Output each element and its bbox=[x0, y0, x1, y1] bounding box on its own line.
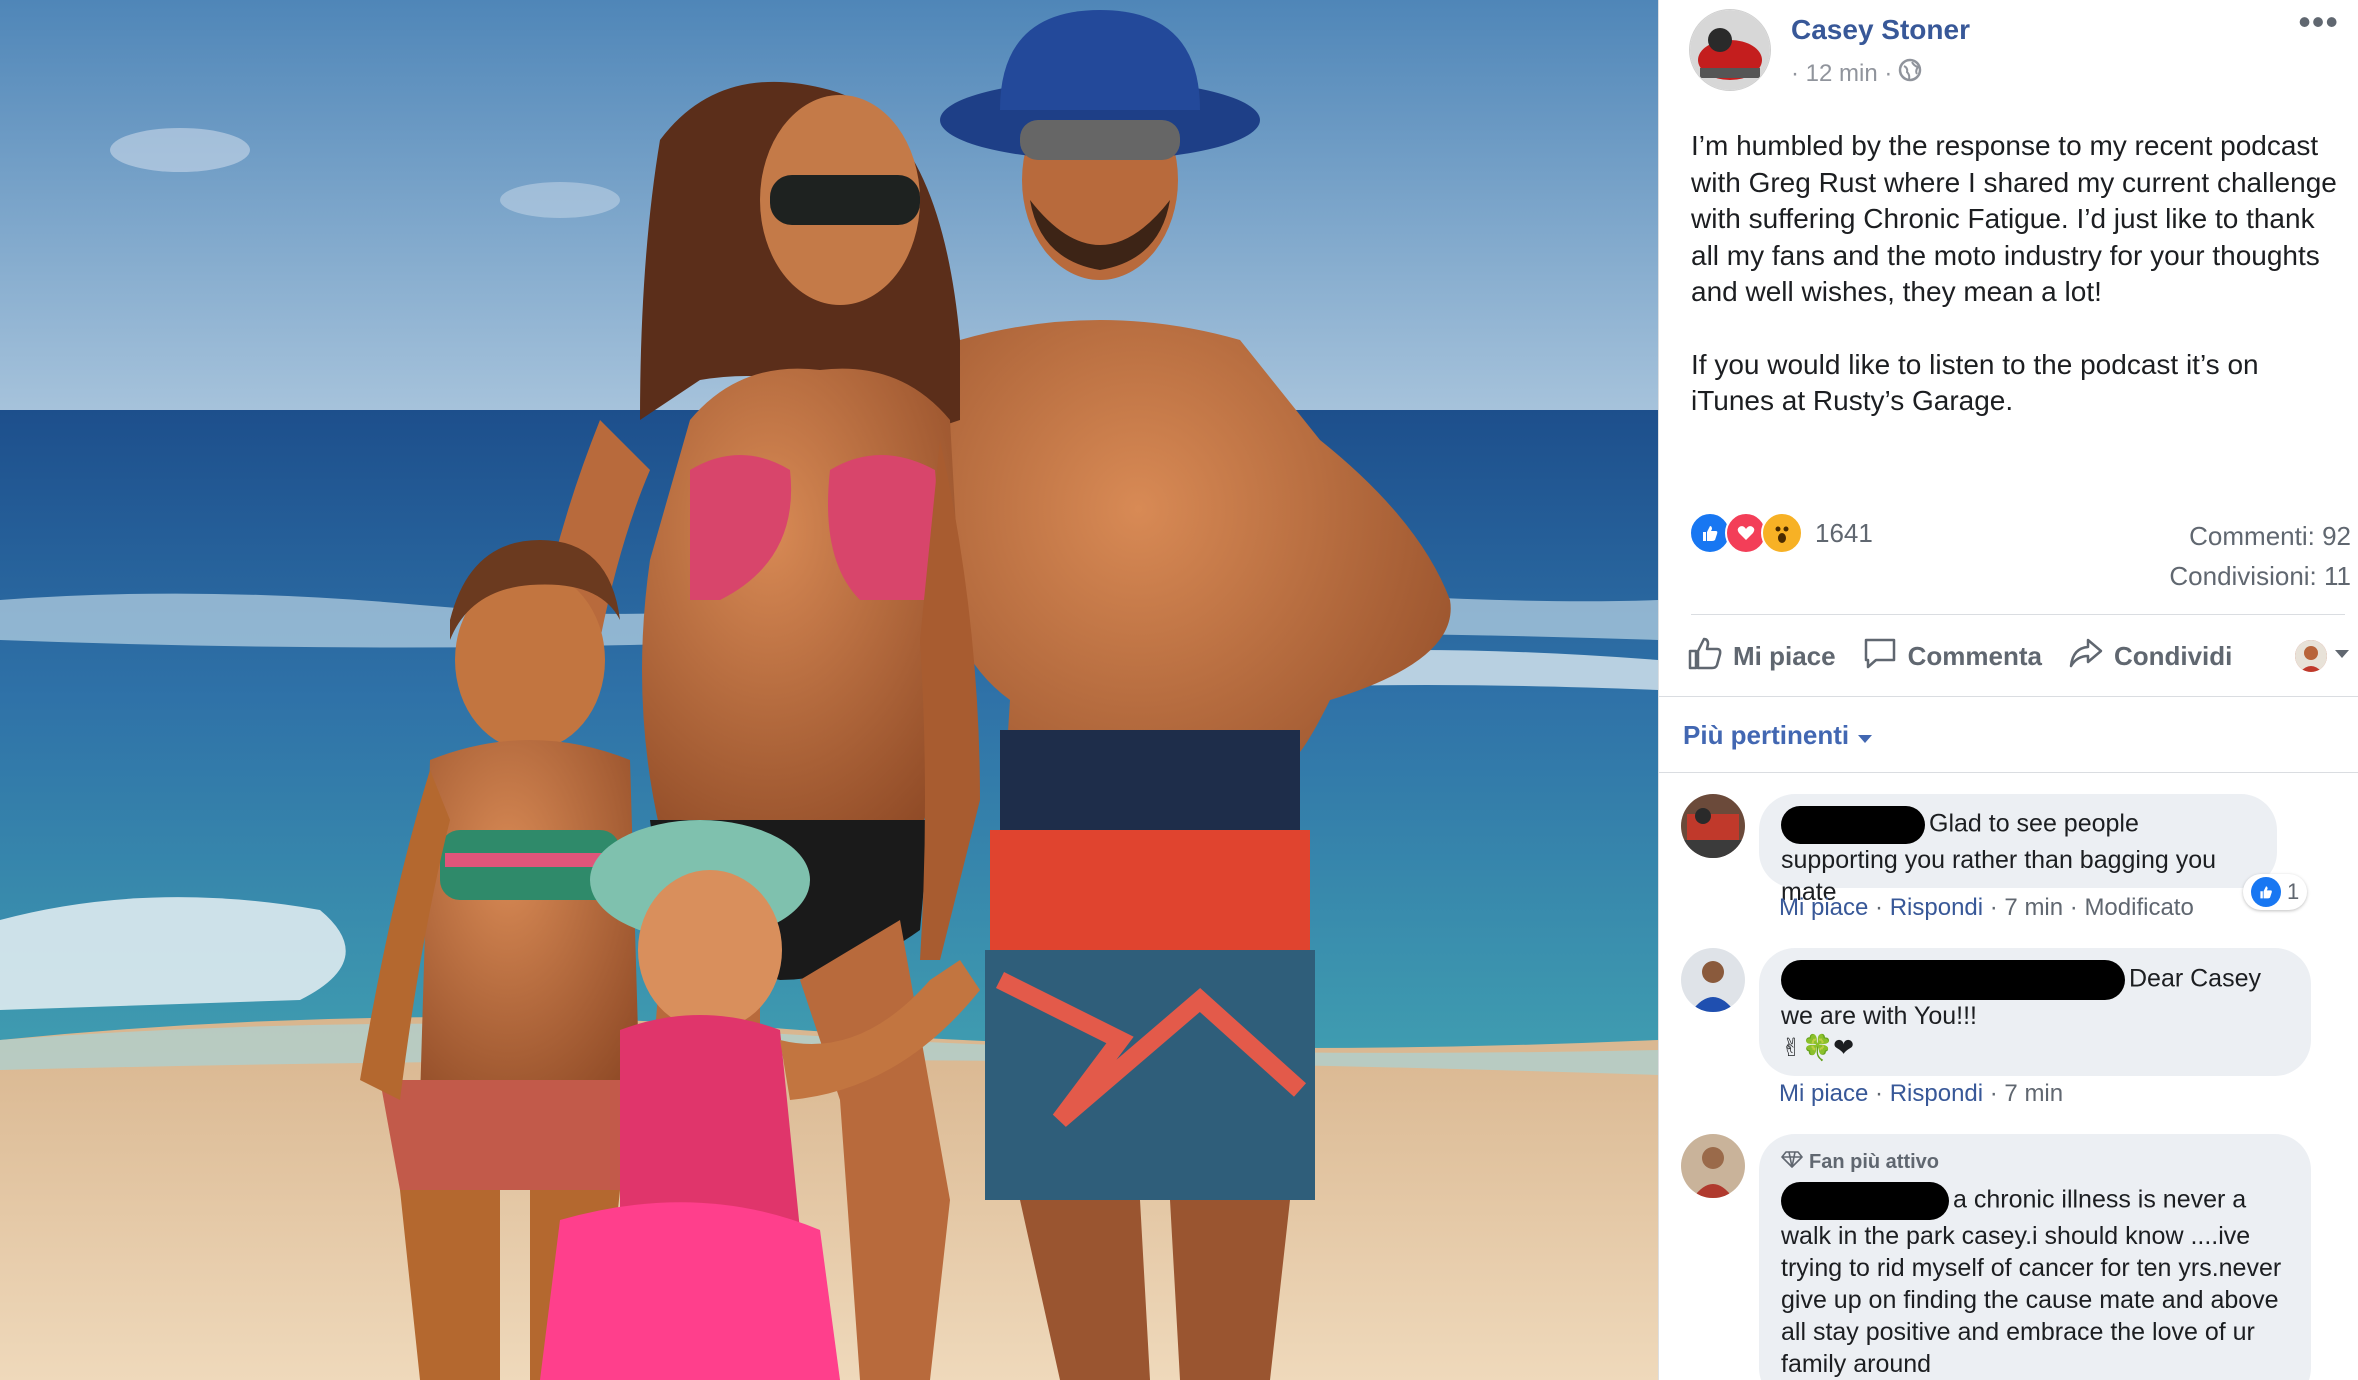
comment-time[interactable]: 7 min bbox=[2004, 894, 2063, 921]
comment-actions: Mi piace · Rispondi · 7 min · Modificato bbox=[1779, 894, 2194, 921]
post-time[interactable]: · 12 min · bbox=[1791, 60, 1892, 88]
redacted-name bbox=[1781, 960, 2125, 1000]
globe-icon bbox=[1898, 58, 1922, 89]
redacted-name bbox=[1781, 1182, 1949, 1220]
comment-button[interactable]: Commenta bbox=[1862, 636, 2042, 677]
comment-reply-link[interactable]: Rispondi bbox=[1890, 894, 1983, 921]
comment-bubble[interactable]: Fan più attivo a chronic illness is neve… bbox=[1759, 1134, 2311, 1380]
author-avatar[interactable] bbox=[1689, 9, 1771, 91]
divider bbox=[1659, 696, 2358, 697]
comment-label: Commenta bbox=[1907, 640, 2042, 671]
post-photo[interactable] bbox=[0, 0, 1658, 1380]
redacted-name bbox=[1781, 806, 1925, 844]
share-button[interactable]: Condividi bbox=[2068, 636, 2232, 677]
comment-bubble[interactable]: Dear Casey we are with You!!! ✌🍀❤ bbox=[1759, 948, 2311, 1076]
comment-reactions-badge[interactable]: 1 bbox=[2243, 874, 2308, 910]
shares-count[interactable]: Condivisioni: 11 bbox=[2169, 556, 2351, 596]
more-icon[interactable]: ••• bbox=[2298, 4, 2339, 40]
comment-bubble[interactable]: Glad to see people supporting you rather… bbox=[1759, 794, 2277, 906]
commenter-avatar[interactable] bbox=[1681, 948, 1745, 1012]
commenter-avatar[interactable] bbox=[1681, 1134, 1745, 1198]
comment-icon bbox=[1862, 636, 1898, 677]
chevron-down-icon bbox=[2333, 647, 2351, 665]
comment-text: we are with You!!! bbox=[1781, 1002, 1977, 1030]
post-actions: Mi piace Commenta Condividi bbox=[1687, 628, 2351, 684]
filter-label: Più pertinenti bbox=[1683, 720, 1850, 750]
share-label: Condividi bbox=[2113, 640, 2233, 671]
top-fan-label: Fan più attivo bbox=[1809, 1151, 1939, 1173]
wow-reaction-icon bbox=[1761, 512, 1803, 554]
diamond-icon bbox=[1781, 1146, 1803, 1178]
dropdown-icon bbox=[1857, 720, 1873, 751]
post-meta: · 12 min · bbox=[1791, 58, 1922, 89]
top-fan-badge: Fan più attivo bbox=[1781, 1146, 2289, 1178]
like-icon bbox=[1687, 636, 1723, 677]
comment-edited[interactable]: Modificato bbox=[2084, 894, 2193, 921]
reactions-summary[interactable]: 1641 bbox=[1689, 512, 1873, 554]
author-name[interactable]: Casey Stoner bbox=[1791, 14, 1970, 46]
comment-emoji: ✌🍀❤ bbox=[1781, 1034, 1855, 1062]
comment-like-link[interactable]: Mi piace bbox=[1779, 1080, 1868, 1107]
post-paragraph: If you would like to listen to the podca… bbox=[1691, 348, 2259, 417]
share-icon bbox=[2068, 636, 2104, 677]
post-panel: Casey Stoner · 12 min · ••• I’m humbled … bbox=[1658, 0, 2358, 1380]
comment-filter-dropdown[interactable]: Più pertinenti bbox=[1683, 720, 1873, 751]
comment-like-link[interactable]: Mi piace bbox=[1779, 894, 1868, 921]
commenter-avatar[interactable] bbox=[1681, 794, 1745, 858]
like-button[interactable]: Mi piace bbox=[1687, 636, 1836, 677]
reaction-count: 1641 bbox=[1815, 517, 1873, 548]
like-label: Mi piace bbox=[1733, 640, 1836, 671]
post-stats: Commenti: 92 Condivisioni: 11 bbox=[2169, 516, 2351, 596]
comment-like-count: 1 bbox=[2287, 879, 2300, 904]
share-as-menu[interactable] bbox=[2295, 640, 2351, 672]
like-icon bbox=[2251, 877, 2281, 907]
divider bbox=[1691, 614, 2345, 615]
comment-text: walk in the park casey.i should know ...… bbox=[1781, 1222, 2282, 1378]
post-paragraph: I’m humbled by the response to my recent… bbox=[1691, 130, 2337, 307]
comments-count[interactable]: Commenti: 92 bbox=[2169, 516, 2351, 556]
comment-text: Dear Casey bbox=[2129, 964, 2261, 993]
post-text: I’m humbled by the response to my recent… bbox=[1691, 128, 2341, 456]
comment-text: a chronic illness is never a bbox=[1953, 1185, 2247, 1214]
comment-actions: Mi piace · Rispondi · 7 min bbox=[1779, 1080, 2064, 1107]
comment-time[interactable]: 7 min bbox=[2004, 1080, 2063, 1107]
avatar bbox=[2295, 640, 2327, 672]
comment-reply-link[interactable]: Rispondi bbox=[1890, 1080, 1983, 1107]
